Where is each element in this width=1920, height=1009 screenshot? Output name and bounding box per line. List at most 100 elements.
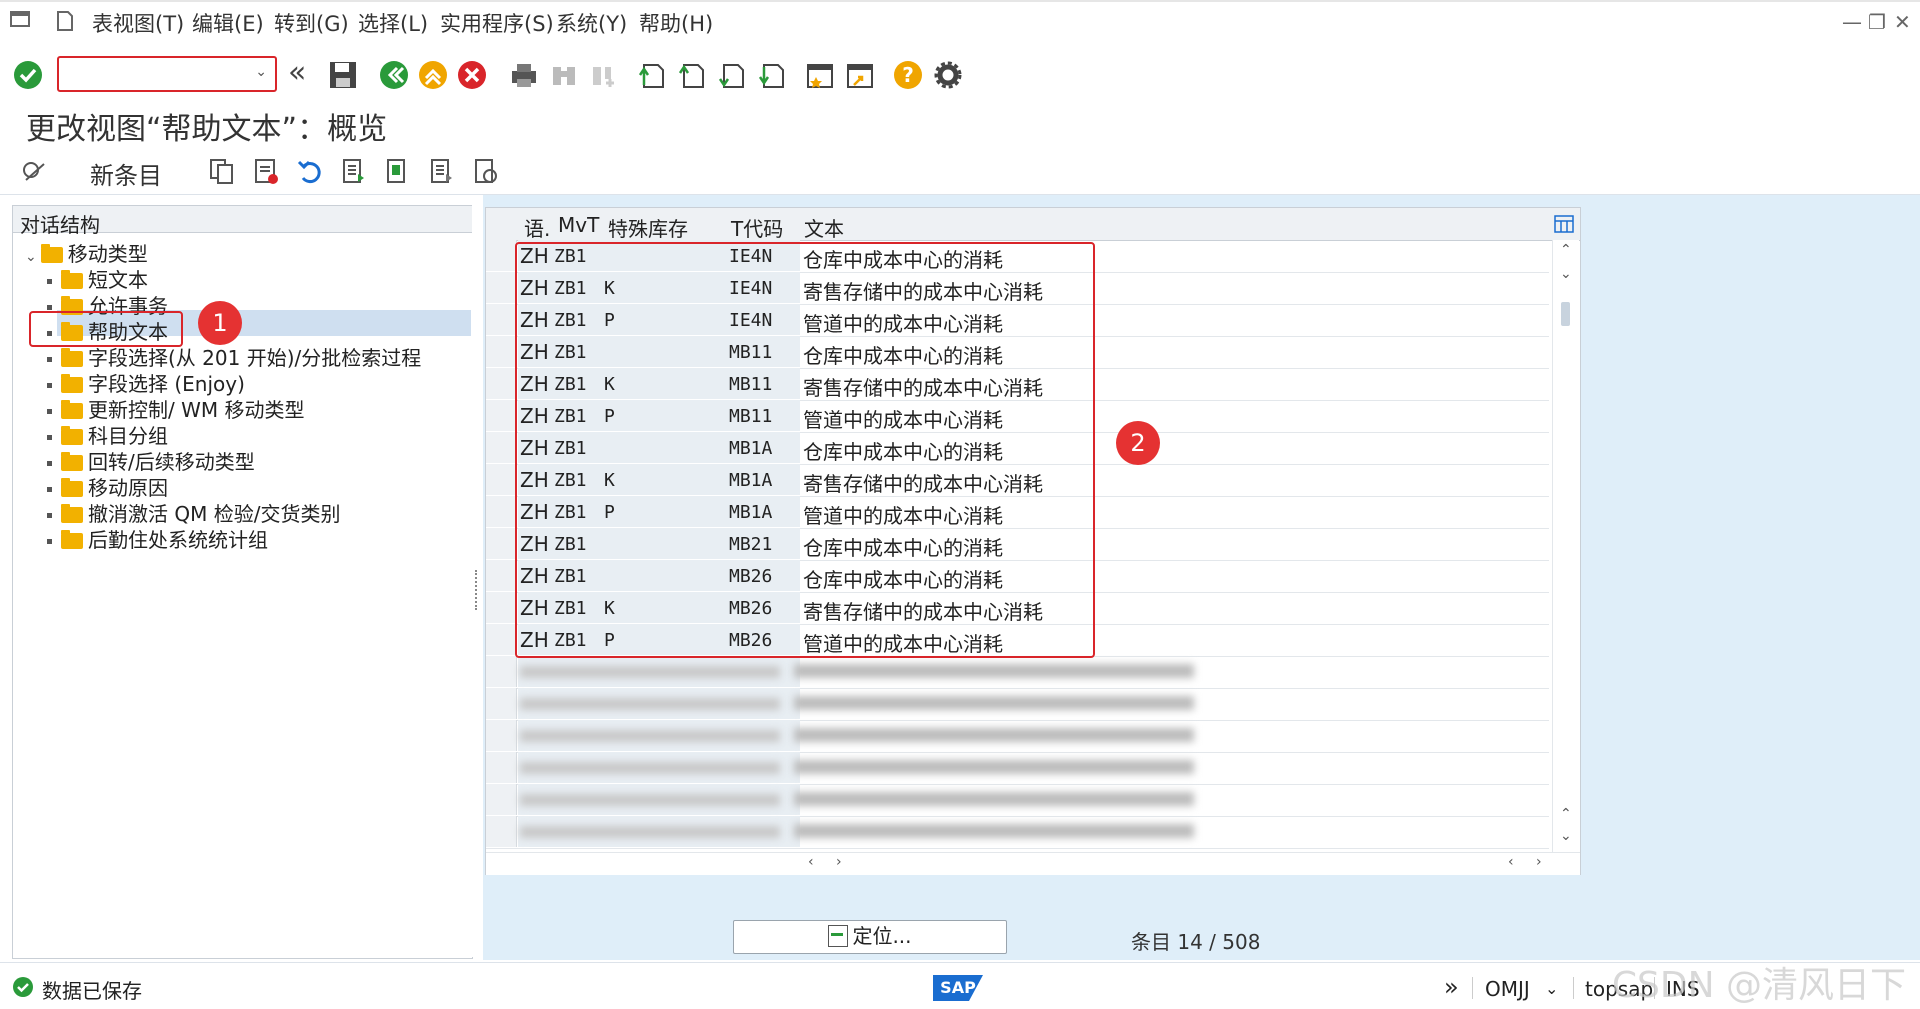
select-block-icon[interactable]	[384, 156, 412, 186]
scroll-left-end-icon[interactable]: ‹	[1508, 854, 1514, 870]
command-field[interactable]: ⌄	[57, 56, 277, 92]
callout-badge-1: 1	[198, 301, 242, 345]
tree-item-reversal-movement[interactable]: 回转/后续移动类型	[47, 446, 255, 474]
row-selector[interactable]	[486, 368, 517, 399]
shortcut-icon[interactable]	[844, 59, 876, 91]
row-selector[interactable]	[486, 272, 517, 303]
delete-icon[interactable]	[252, 156, 280, 186]
row-selector[interactable]	[486, 624, 517, 655]
row-selector[interactable]	[486, 432, 517, 463]
maximize-icon[interactable]: ❐	[1868, 10, 1886, 34]
bullet-icon	[47, 409, 52, 414]
row-selector[interactable]	[486, 464, 517, 495]
tree-item-deactivate-qm[interactable]: 撤消激活 QM 检验/交货类别	[47, 498, 340, 526]
minimize-icon[interactable]: —	[1842, 10, 1862, 34]
tree-item-account-grouping[interactable]: 科目分组	[47, 420, 168, 448]
column-header-tcode[interactable]: T代码	[731, 213, 783, 242]
column-settings-icon[interactable]	[1554, 215, 1574, 233]
undo-icon[interactable]	[296, 156, 324, 186]
menu-table-view[interactable]: 表视图(T)	[92, 8, 184, 38]
menu-bar: 表视图(T) 编辑(E) 转到(G) 选择(L) 实用程序(S) 系统(Y) 帮…	[0, 0, 1920, 45]
vertical-scrollbar[interactable]: ⌃ ⌄ ⌃ ⌄	[1552, 240, 1579, 852]
tree-item-short-text[interactable]: 短文本	[47, 264, 148, 292]
menu-selection[interactable]: 选择(L)	[358, 8, 428, 38]
row-selector[interactable]	[486, 496, 517, 527]
scroll-left-icon[interactable]: ‹	[808, 854, 814, 870]
system-dropdown-icon[interactable]: ⌄	[1545, 979, 1558, 998]
select-all-icon[interactable]	[340, 156, 368, 186]
menu-goto[interactable]: 转到(G)	[274, 8, 349, 38]
tree-item-label: 字段选择 (Enjoy)	[88, 372, 245, 396]
create-session-icon[interactable]	[804, 59, 836, 91]
menu-edit[interactable]: 编辑(E)	[192, 8, 264, 38]
command-input[interactable]	[65, 62, 259, 86]
folder-icon	[61, 270, 83, 289]
print-icon[interactable]	[508, 59, 540, 91]
column-header-text[interactable]: 文本	[804, 213, 844, 242]
row-selector[interactable]	[486, 304, 517, 335]
system-info[interactable]: OMJJ	[1485, 977, 1530, 1001]
folder-icon	[61, 374, 83, 393]
column-header-special-stock[interactable]: 特殊库存	[608, 213, 688, 242]
display-change-icon[interactable]	[20, 156, 48, 186]
close-window-icon[interactable]: ✕	[1894, 10, 1911, 34]
tree-item-field-selection-enjoy[interactable]: 字段选择 (Enjoy)	[47, 368, 245, 396]
scroll-up-icon[interactable]: ⌃	[1560, 242, 1572, 258]
print-list-icon[interactable]	[472, 156, 500, 186]
cancel-icon[interactable]	[456, 59, 488, 91]
scroll-right-end-icon[interactable]: ›	[1536, 854, 1542, 870]
new-entries-button[interactable]: 新条目	[90, 156, 162, 191]
menu-utilities[interactable]: 实用程序(S)	[440, 8, 554, 38]
copy-as-icon[interactable]	[208, 156, 236, 186]
column-header-language[interactable]: 语.	[524, 213, 550, 242]
layout-menu-icon[interactable]	[54, 10, 76, 32]
svg-text:?: ?	[902, 63, 914, 87]
row-selector[interactable]	[486, 400, 517, 431]
row-selector[interactable]	[486, 240, 517, 271]
bullet-icon	[47, 305, 52, 310]
locate-button[interactable]: 定位...	[733, 920, 1007, 954]
expand-icon[interactable]: ⌄	[25, 249, 37, 265]
tree-root-movement-type[interactable]: ⌄ 移动类型	[25, 238, 148, 267]
column-header-mvt[interactable]: MvT	[558, 213, 599, 237]
find-icon	[553, 67, 575, 85]
row-selector[interactable]	[486, 336, 517, 367]
folder-icon	[61, 478, 83, 497]
collapse-icon[interactable]: «	[288, 55, 306, 90]
menu-help[interactable]: 帮助(H)	[639, 8, 713, 38]
page-up-icon[interactable]: ⌃	[1560, 806, 1572, 822]
menu-system[interactable]: 系统(Y)	[556, 8, 627, 38]
last-page-icon[interactable]	[756, 59, 788, 91]
help-icon[interactable]: ?	[892, 59, 924, 91]
tree-item-movement-reason[interactable]: 移动原因	[47, 472, 168, 500]
menu-icon[interactable]	[10, 10, 32, 30]
tree-item-update-control[interactable]: 更新控制/ WM 移动类型	[47, 394, 304, 422]
bullet-icon	[47, 279, 52, 284]
page-down-icon[interactable]: ⌄	[1560, 828, 1572, 844]
next-page-icon[interactable]	[716, 59, 748, 91]
scroll-down-icon[interactable]: ⌄	[1560, 266, 1572, 282]
bullet-icon	[47, 357, 52, 362]
previous-page-icon[interactable]	[676, 59, 708, 91]
tree-item-lis-statistics-group[interactable]: 后勤住处系统统计组	[47, 524, 268, 552]
bullet-icon	[47, 383, 52, 388]
scroll-thumb[interactable]	[1561, 302, 1570, 326]
gear-icon[interactable]	[932, 59, 964, 91]
enter-icon[interactable]	[12, 59, 44, 91]
exit-icon[interactable]	[417, 59, 449, 91]
deselect-all-icon[interactable]	[428, 156, 456, 186]
back-icon[interactable]	[378, 59, 410, 91]
scroll-right-icon[interactable]: ›	[836, 854, 842, 870]
chevron-down-icon[interactable]: ⌄	[255, 64, 267, 80]
row-selector[interactable]	[486, 560, 517, 591]
splitter-handle[interactable]	[472, 205, 482, 957]
horizontal-scrollbar[interactable]: ‹ › ‹ ›	[486, 852, 1580, 875]
row-selector[interactable]	[486, 592, 517, 623]
folder-icon	[61, 452, 83, 471]
table-row-blurred	[486, 784, 1549, 817]
expand-status-icon[interactable]: »	[1444, 973, 1459, 1001]
first-page-icon[interactable]	[636, 59, 668, 91]
save-icon[interactable]	[327, 59, 359, 91]
row-selector[interactable]	[486, 528, 517, 559]
tree-root-label: 移动类型	[67, 242, 148, 266]
